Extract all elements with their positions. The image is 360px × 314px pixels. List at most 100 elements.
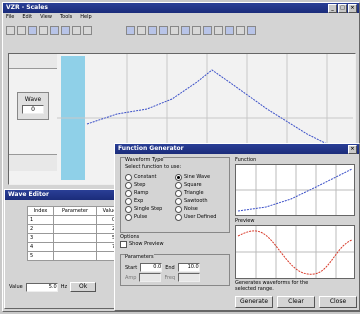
bottom-value-field[interactable]: 5.0 [25,282,58,292]
bottom-unit: Hz [60,284,68,290]
cell-param [53,224,98,234]
note-line-2: selected range. [235,286,274,292]
help-icon[interactable] [247,25,256,35]
waveform-group: Waveform Type Select function to use: Co… [120,157,230,233]
grid-icon[interactable] [159,25,168,35]
radio-label: Sawtooth [184,198,208,204]
main-title-bar[interactable]: VZR - Scales _ □ × [3,3,359,13]
cell-index: 1 [26,215,55,225]
export-icon[interactable] [203,25,212,35]
cell-index: 4 [26,242,55,252]
dialog-close-icon[interactable]: × [348,145,357,154]
radio-label: Noise [184,206,198,212]
menu-tools[interactable]: Tools [60,14,72,20]
radio-ramp[interactable]: Ramp [125,189,162,197]
start-field[interactable]: 0.0 [140,263,163,272]
info-icon[interactable] [236,25,245,35]
params-label: Parameters [125,254,154,260]
menu-bar: File Edit View Tools Help [6,14,92,20]
preview-function-plot[interactable] [235,164,355,216]
radio-noise[interactable]: Noise [175,205,216,213]
radio-user[interactable]: User Defined [175,213,216,221]
zoom-out-icon[interactable] [137,25,146,35]
plot-trace [86,69,348,155]
table-title-bar[interactable]: Wave Editor × [5,190,129,200]
radio-exp[interactable]: Exp [125,197,162,205]
radio-label: Step [134,182,146,188]
cell-param [53,242,98,252]
paste-icon[interactable] [61,25,70,35]
dialog-note: Generates waveforms for the selected ran… [235,280,308,292]
measure-icon[interactable] [192,25,201,35]
preview-sine-plot[interactable] [235,225,355,279]
radio-triangle[interactable]: Triangle [175,189,216,197]
maximize-icon[interactable]: □ [338,4,347,13]
save-icon[interactable] [28,25,37,35]
radio-label: Triangle [184,190,204,196]
preview2-label: Preview [235,218,255,224]
end-field[interactable]: 10.0 [177,263,200,272]
menu-file[interactable]: File [6,14,14,20]
end-label: End [165,264,175,271]
radio-label: Ramp [134,190,149,196]
radio-single-step[interactable]: Single Step [125,205,162,213]
menu-help[interactable]: Help [80,14,91,20]
toolbar [6,24,356,36]
fit-icon[interactable] [148,25,157,35]
col-header-index[interactable]: Index [26,206,55,216]
table-row[interactable]: 510 [26,251,123,261]
close-button[interactable]: Close [319,296,357,308]
preview2-grid [236,226,354,278]
print-icon[interactable] [214,25,223,35]
radio-sine[interactable]: Sine Wave [175,173,216,181]
waveform-caption: Select function to use: [125,164,182,170]
table-row[interactable]: 10.0 [26,215,123,225]
copy-icon[interactable] [50,25,59,35]
main-title: VZR - Scales [6,4,48,11]
marker-icon[interactable] [181,25,190,35]
radio-label: Sine Wave [184,174,211,180]
options-group: Options Show Preview [120,234,228,250]
new-icon[interactable] [6,25,15,35]
freq-field[interactable] [178,273,201,282]
radio-constant[interactable]: Constant [125,173,162,181]
undo-icon[interactable] [72,25,81,35]
preview1-label: Function [235,157,257,163]
cell-param [53,233,98,243]
amp-freq-row: Amp Freq [125,273,201,282]
show-preview-checkbox[interactable]: Show Preview [120,240,228,248]
table-window: Wave Editor × Index Parameter Value 10.0… [4,189,130,309]
cut-icon[interactable] [39,25,48,35]
side-label-box: Wave 0 [17,92,49,120]
minimize-icon[interactable]: _ [328,4,337,13]
radio-square[interactable]: Square [175,181,216,189]
col-header-param[interactable]: Parameter [53,206,98,216]
menu-view[interactable]: View [40,14,52,20]
bottom-label: Value [9,284,23,290]
radio-step[interactable]: Step [125,181,162,189]
bottom-ok-button[interactable]: Ok [70,282,97,292]
radio-label: Pulse [134,214,148,220]
side-value-field[interactable]: 0 [22,105,44,114]
dialog-title-bar[interactable]: Function Generator × [115,144,359,154]
amp-field[interactable] [139,273,162,282]
table-title: Wave Editor [8,191,49,198]
side-label: Wave [24,96,42,103]
close-icon[interactable]: × [348,4,357,13]
cursor-icon[interactable] [170,25,179,35]
generate-button[interactable]: Generate [235,296,273,308]
redo-icon[interactable] [83,25,92,35]
function-dialog: Function Generator × Waveform Type Selec… [114,143,360,311]
zoom-in-icon[interactable] [126,25,135,35]
open-icon[interactable] [17,25,26,35]
table-row[interactable]: 22.5 [26,224,123,234]
settings-icon[interactable] [225,25,234,35]
table-row[interactable]: 47.5 [26,242,123,252]
clear-button[interactable]: Clear [277,296,315,308]
menu-edit[interactable]: Edit [22,14,32,20]
cell-param [53,215,98,225]
checkbox-label: Show Preview [129,241,164,247]
table-row[interactable]: 35.0 [26,233,123,243]
radio-pulse[interactable]: Pulse [125,213,162,221]
radio-sawtooth[interactable]: Sawtooth [175,197,216,205]
